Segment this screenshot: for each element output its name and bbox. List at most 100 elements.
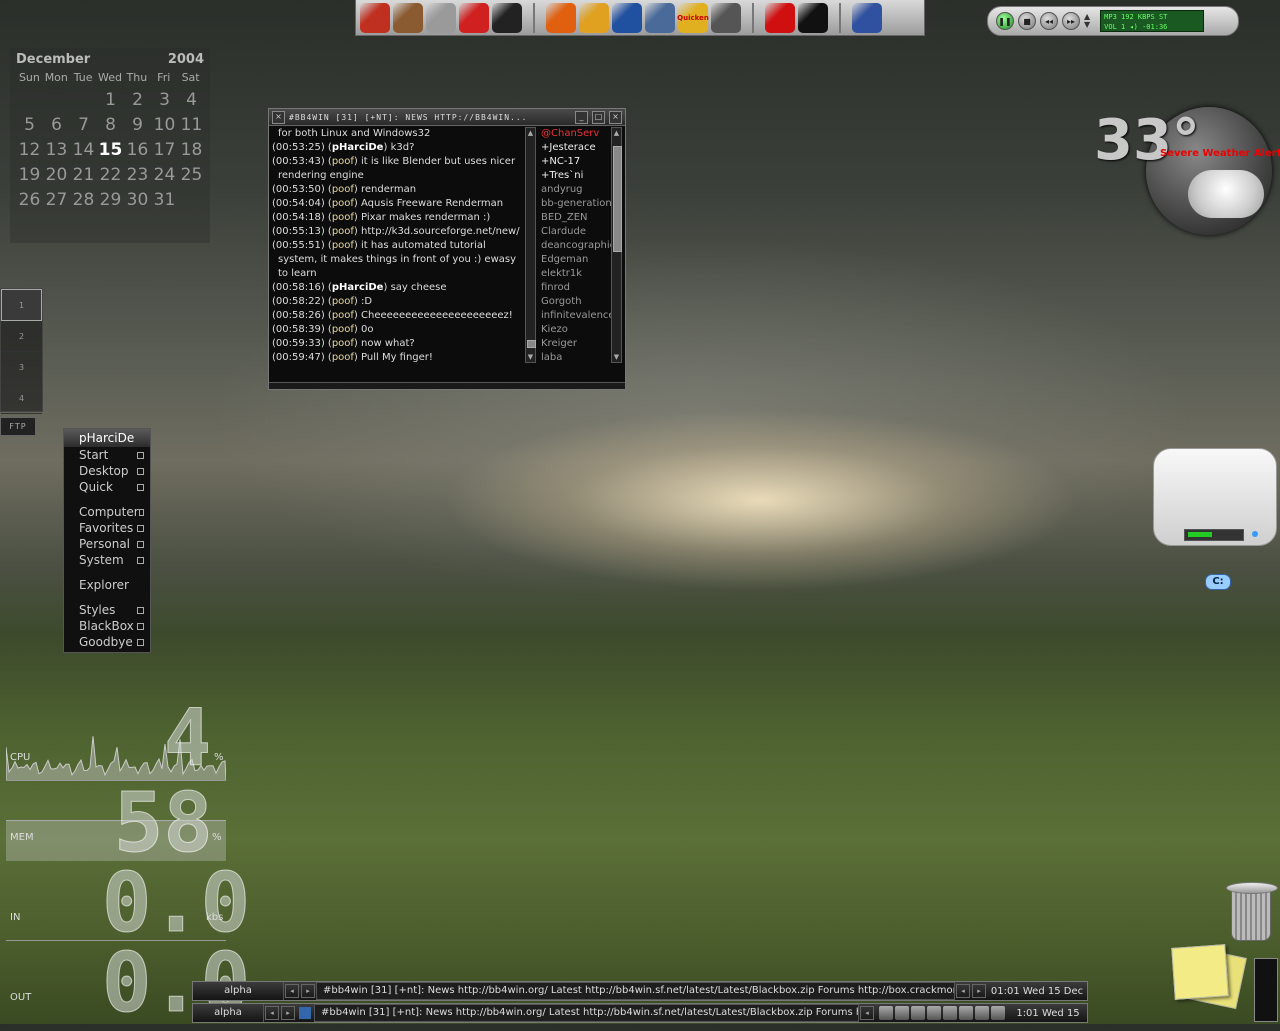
irc-input-bar[interactable]: [269, 382, 625, 389]
user-list-item[interactable]: deancographics: [541, 239, 611, 253]
calendar-day[interactable]: 1: [97, 88, 124, 113]
calendar-day[interactable]: 28: [70, 188, 97, 213]
prev-workspace-icon[interactable]: ◂: [265, 1006, 279, 1020]
user-list-item[interactable]: Kreiger: [541, 337, 611, 351]
prev-task-icon[interactable]: ◂: [956, 984, 970, 998]
tray-icon[interactable]: [959, 1006, 973, 1020]
calendar-day[interactable]: 6: [43, 113, 70, 138]
calendar-day[interactable]: 30: [124, 188, 151, 213]
menu-item-computer[interactable]: Computer: [64, 504, 150, 520]
next-workspace-icon[interactable]: ▸: [281, 1006, 295, 1020]
chat-nick[interactable]: poof: [332, 240, 354, 251]
menu-item-system[interactable]: System: [64, 552, 150, 568]
tray-icon[interactable]: [975, 1006, 989, 1020]
menu-item-blackbox[interactable]: BlackBox: [64, 618, 150, 634]
menu-item-favorites[interactable]: Favorites: [64, 520, 150, 536]
workspace-3[interactable]: 3: [1, 352, 42, 383]
workspace-name[interactable]: alpha: [193, 1004, 264, 1022]
calendar-day[interactable]: 15: [97, 138, 124, 163]
dock-app-icon[interactable]: [852, 2, 882, 33]
menu-item-start[interactable]: Start: [64, 447, 150, 463]
tray-icon[interactable]: [911, 1006, 925, 1020]
menu-item-goodbye[interactable]: Goodbye: [64, 634, 150, 650]
calendar-day[interactable]: 21: [70, 163, 97, 188]
tray-icon[interactable]: [991, 1006, 1005, 1020]
chat-nick[interactable]: poof: [332, 226, 354, 237]
userlist-scroll-thumb[interactable]: [613, 146, 622, 252]
irc-window[interactable]: × #BB4WIN [31] [+NT]: NEWS HTTP://BB4WIN…: [268, 108, 626, 390]
ftp-button[interactable]: FTP: [0, 417, 36, 436]
workspace-2[interactable]: 2: [1, 321, 42, 352]
calendar-day[interactable]: 13: [43, 138, 70, 163]
scroll-down-icon[interactable]: ▼: [612, 352, 621, 362]
calendar-day[interactable]: 17: [151, 138, 178, 163]
calendar-day[interactable]: 12: [16, 138, 43, 163]
calendar-day[interactable]: 11: [178, 113, 205, 138]
volume-updown-icon[interactable]: ▲ ▼: [1084, 13, 1090, 29]
user-list-item[interactable]: Gorgoth: [541, 295, 611, 309]
dock-app-icon[interactable]: [612, 2, 642, 33]
user-list-item[interactable]: elektr1k: [541, 267, 611, 281]
chat-nick[interactable]: pHarciDe: [332, 282, 384, 293]
chat-nick[interactable]: poof: [332, 212, 354, 223]
calendar-day[interactable]: 18: [178, 138, 205, 163]
weather-alert[interactable]: Severe Weather Alert: [1160, 148, 1280, 159]
chat-nick[interactable]: poof: [332, 352, 354, 363]
user-list-item[interactable]: andyrug: [541, 183, 611, 197]
calendar-day[interactable]: 25: [178, 163, 205, 188]
maximize-button[interactable]: □: [592, 110, 605, 124]
chat-nick[interactable]: poof: [332, 184, 354, 195]
window-menu-icon[interactable]: ×: [272, 110, 285, 124]
side-panel-slot[interactable]: [1254, 958, 1278, 1022]
calendar-day[interactable]: 16: [124, 138, 151, 163]
calendar-day[interactable]: 3: [151, 88, 178, 113]
dock-app-icon[interactable]: [546, 2, 576, 33]
user-list-item[interactable]: @ChanServ: [541, 127, 611, 141]
menu-item-personal[interactable]: Personal: [64, 536, 150, 552]
pause-button[interactable]: ❚❚: [996, 12, 1014, 30]
calendar-day[interactable]: 10: [151, 113, 178, 138]
menu-item-explorer[interactable]: Explorer: [64, 577, 150, 593]
chat-nick[interactable]: poof: [332, 296, 354, 307]
scroll-up-icon[interactable]: ▲: [526, 128, 535, 138]
chat-nick[interactable]: poof: [332, 156, 354, 167]
calendar-day[interactable]: 14: [70, 138, 97, 163]
previous-button[interactable]: ◂◂: [1040, 12, 1058, 30]
workspace-4[interactable]: 4: [1, 383, 42, 414]
user-list-item[interactable]: Edgeman: [541, 253, 611, 267]
chat-scroll-thumb[interactable]: [527, 340, 536, 348]
calendar-day[interactable]: 5: [16, 113, 43, 138]
next-task-icon[interactable]: ▸: [972, 984, 986, 998]
dock-app-icon[interactable]: [645, 2, 675, 33]
tray-icon[interactable]: [895, 1006, 909, 1020]
prev-task-icon[interactable]: ◂: [860, 1006, 874, 1020]
calendar-day[interactable]: 20: [43, 163, 70, 188]
stop-button[interactable]: ■: [1018, 12, 1036, 30]
user-list-item[interactable]: infinitevalence: [541, 309, 611, 323]
user-list-item[interactable]: finrod: [541, 281, 611, 295]
drive-icon[interactable]: [1153, 448, 1277, 546]
chat-nick[interactable]: poof: [332, 338, 354, 349]
calendar-day[interactable]: 27: [43, 188, 70, 213]
workspace-name[interactable]: alpha: [193, 982, 284, 1000]
dock-app-icon[interactable]: [711, 2, 741, 33]
workspace-1[interactable]: 1: [1, 289, 42, 321]
next-workspace-icon[interactable]: ▸: [301, 984, 315, 998]
chat-nick[interactable]: poof: [332, 310, 354, 321]
dock-app-icon[interactable]: [798, 2, 828, 33]
user-list-item[interactable]: +Tres`ni: [541, 169, 611, 183]
dock-app-icon[interactable]: [426, 2, 456, 33]
tray-icon[interactable]: [927, 1006, 941, 1020]
dock-app-icon[interactable]: [765, 2, 795, 33]
task-button[interactable]: #bb4win [31] [+nt]: News http://bb4win.o…: [314, 1004, 859, 1022]
calendar-day[interactable]: 8: [97, 113, 124, 138]
scroll-down-icon[interactable]: ▼: [526, 352, 535, 362]
calendar-day[interactable]: 31: [151, 188, 178, 213]
menu-item-styles[interactable]: Styles: [64, 602, 150, 618]
tray-icon[interactable]: [943, 1006, 957, 1020]
chat-scrollbar[interactable]: ▲ ▼: [525, 127, 536, 363]
user-list-item[interactable]: laba: [541, 351, 611, 365]
chat-nick[interactable]: poof: [332, 198, 354, 209]
calendar-day[interactable]: 26: [16, 188, 43, 213]
calendar-day[interactable]: 9: [124, 113, 151, 138]
